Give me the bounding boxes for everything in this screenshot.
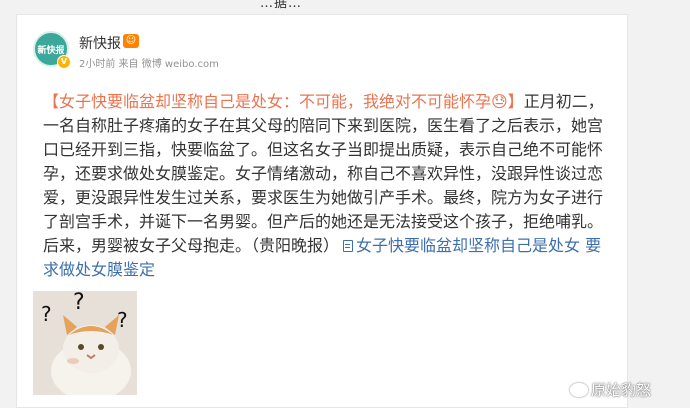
watermark: 原始豹怒: [570, 379, 651, 400]
svg-text:?: ?: [117, 308, 128, 332]
weibo-logo-icon: [570, 382, 588, 397]
post-meta: 2小时前 来自 微博 weibo.com: [79, 59, 219, 70]
post-image-thumbnail[interactable]: ? ? ?: [33, 291, 137, 395]
member-badge-icon[interactable]: ☺: [123, 34, 139, 48]
article-icon: [343, 240, 354, 252]
clipped-text: …据…: [260, 0, 303, 11]
watermark-text: 原始豹怒: [591, 381, 652, 399]
avatar-text: 新快报: [37, 45, 65, 56]
svg-text:?: ?: [41, 302, 52, 326]
hashtag-link[interactable]: 【女子快要临盆却坚称自己是处女：不可能，我绝对不可能怀孕😓】: [43, 92, 524, 111]
post-body: 正月初二，一名自称肚子疼痛的女子在其父母的陪同下来到医院，医生看了之后表示，她宫…: [43, 92, 604, 255]
username[interactable]: 新快报: [79, 33, 121, 53]
cat-image: ? ? ?: [33, 291, 137, 395]
svg-text:?: ?: [73, 291, 85, 315]
weibo-post-card: 新快报 V 新快报 ☺ 2小时前 来自 微博 weibo.com 【女子快要临盆…: [16, 14, 628, 408]
post-text: 【女子快要临盆却坚称自己是处女：不可能，我绝对不可能怀孕😓】正月初二，一名自称肚…: [43, 90, 609, 282]
top-clipped-area: …据…: [0, 0, 690, 11]
verified-icon: V: [57, 55, 71, 69]
